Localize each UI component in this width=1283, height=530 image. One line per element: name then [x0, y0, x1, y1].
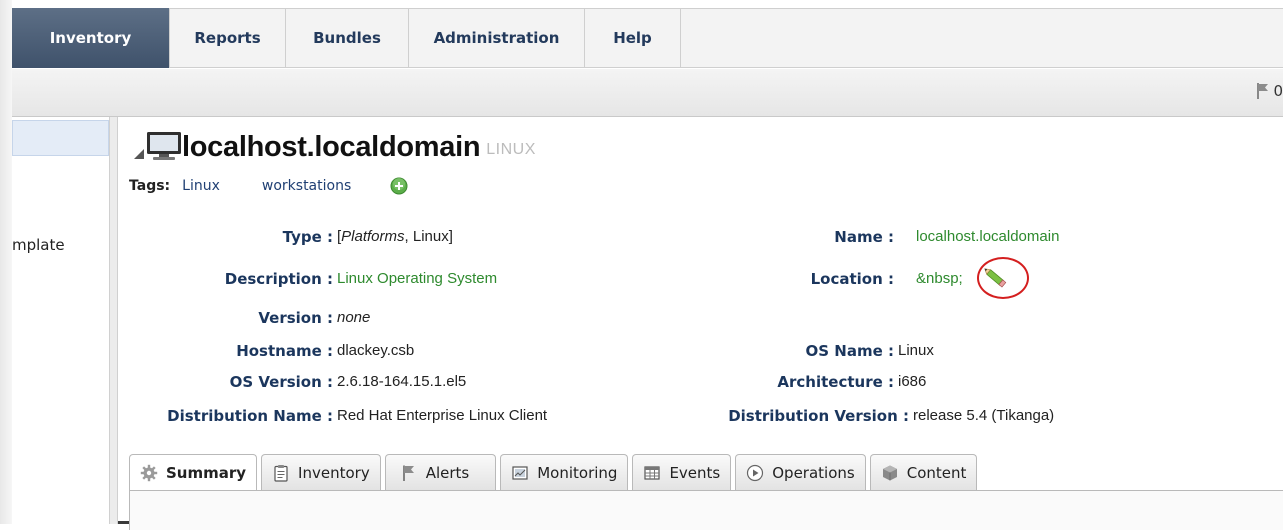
- type-value: [Platforms, Linux]: [337, 228, 453, 245]
- tab-inventory-label: Inventory: [298, 463, 370, 482]
- nav-inventory[interactable]: Inventory: [12, 8, 170, 68]
- tab-operations[interactable]: Operations: [735, 454, 866, 490]
- name-value[interactable]: localhost.localdomain: [916, 228, 1059, 245]
- monitor-chart-icon: [512, 465, 528, 480]
- os-name-value: Linux: [898, 342, 934, 359]
- tag-linux[interactable]: Linux: [182, 178, 220, 194]
- flag-icon: [403, 465, 414, 481]
- package-icon: [882, 465, 897, 480]
- tree-selected-item[interactable]: [12, 120, 109, 156]
- computer-monitor-icon: [147, 132, 181, 160]
- name-label: Name :: [834, 228, 894, 246]
- page-title: localhost.localdomain: [182, 131, 481, 163]
- distribution-name-value: Red Hat Enterprise Linux Client: [337, 407, 548, 424]
- play-circle-icon: [747, 464, 764, 481]
- window-edge: [0, 0, 12, 524]
- tab-summary[interactable]: Summary: [129, 454, 258, 491]
- panel-splitter[interactable]: [110, 117, 118, 524]
- message-center[interactable]: 0: [1256, 82, 1283, 100]
- clipboard-icon: [274, 464, 288, 482]
- version-value: none: [337, 309, 371, 326]
- collapse-triangle-icon[interactable]: [133, 148, 145, 160]
- location-label: Location :: [810, 270, 894, 288]
- tab-inventory[interactable]: Inventory: [261, 454, 381, 490]
- tab-events[interactable]: Events: [632, 454, 732, 490]
- os-name-label: OS Name :: [805, 342, 894, 360]
- hostname-label: Hostname :: [236, 342, 333, 360]
- tab-content-label: Content: [906, 463, 967, 482]
- toolbar: [12, 69, 1283, 117]
- resource-detail-panel: localhost.localdomain LINUX Tags: Linux …: [119, 117, 1283, 530]
- description-value[interactable]: Linux Operating System: [337, 270, 497, 287]
- nav-bundles[interactable]: Bundles: [286, 8, 409, 68]
- alert-count: 0: [1273, 82, 1283, 100]
- os-version-value: 2.6.18-164.15.1.el5: [337, 373, 467, 390]
- type-label: Type :: [282, 228, 333, 246]
- events-table-icon: [644, 465, 661, 480]
- gear-icon: [140, 464, 158, 482]
- location-value[interactable]: &nbsp;: [916, 270, 963, 287]
- hostname-value: dlackey.csb: [337, 342, 415, 359]
- tags-label: Tags:: [129, 178, 171, 194]
- distribution-version-value: release 5.4 (Tikanga): [913, 407, 1055, 424]
- tab-summary-label: Summary: [166, 464, 247, 482]
- highlight-circle: [977, 257, 1029, 299]
- nav-reports[interactable]: Reports: [170, 8, 286, 68]
- nav-administration[interactable]: Administration: [409, 8, 585, 68]
- tab-monitoring[interactable]: Monitoring: [500, 454, 629, 490]
- tags-row: Tags: Linux workstations: [129, 177, 408, 195]
- add-tag-icon[interactable]: [390, 177, 408, 195]
- version-label: Version :: [258, 309, 333, 327]
- tag-workstations[interactable]: workstations: [262, 178, 351, 194]
- os-version-label: OS Version :: [229, 373, 333, 391]
- tree-item-template[interactable]: mplate: [12, 236, 110, 254]
- tab-content-panel: [129, 490, 1283, 530]
- resource-tree: mplate: [12, 117, 110, 524]
- distribution-name-label: Distribution Name :: [167, 407, 333, 425]
- tab-monitoring-label: Monitoring: [537, 463, 618, 482]
- tab-alerts[interactable]: Alerts: [384, 454, 497, 490]
- resource-tabs: Summary Inventory Alerts Monitoring Even…: [129, 454, 978, 491]
- resource-title-row: localhost.localdomain LINUX: [133, 131, 536, 164]
- flag-icon: [1257, 83, 1269, 99]
- tab-events-label: Events: [669, 463, 721, 482]
- tab-content[interactable]: Content: [869, 454, 978, 490]
- description-label: Description :: [224, 270, 333, 288]
- tab-operations-label: Operations: [772, 463, 855, 482]
- architecture-value: i686: [898, 373, 927, 390]
- architecture-label: Architecture :: [777, 373, 894, 391]
- main-nav: Inventory Reports Bundles Administration…: [12, 8, 681, 68]
- distribution-version-label: Distribution Version :: [728, 407, 909, 425]
- nav-help[interactable]: Help: [585, 8, 681, 68]
- tab-alerts-label: Alerts: [425, 463, 470, 482]
- resource-type-badge: LINUX: [486, 141, 536, 158]
